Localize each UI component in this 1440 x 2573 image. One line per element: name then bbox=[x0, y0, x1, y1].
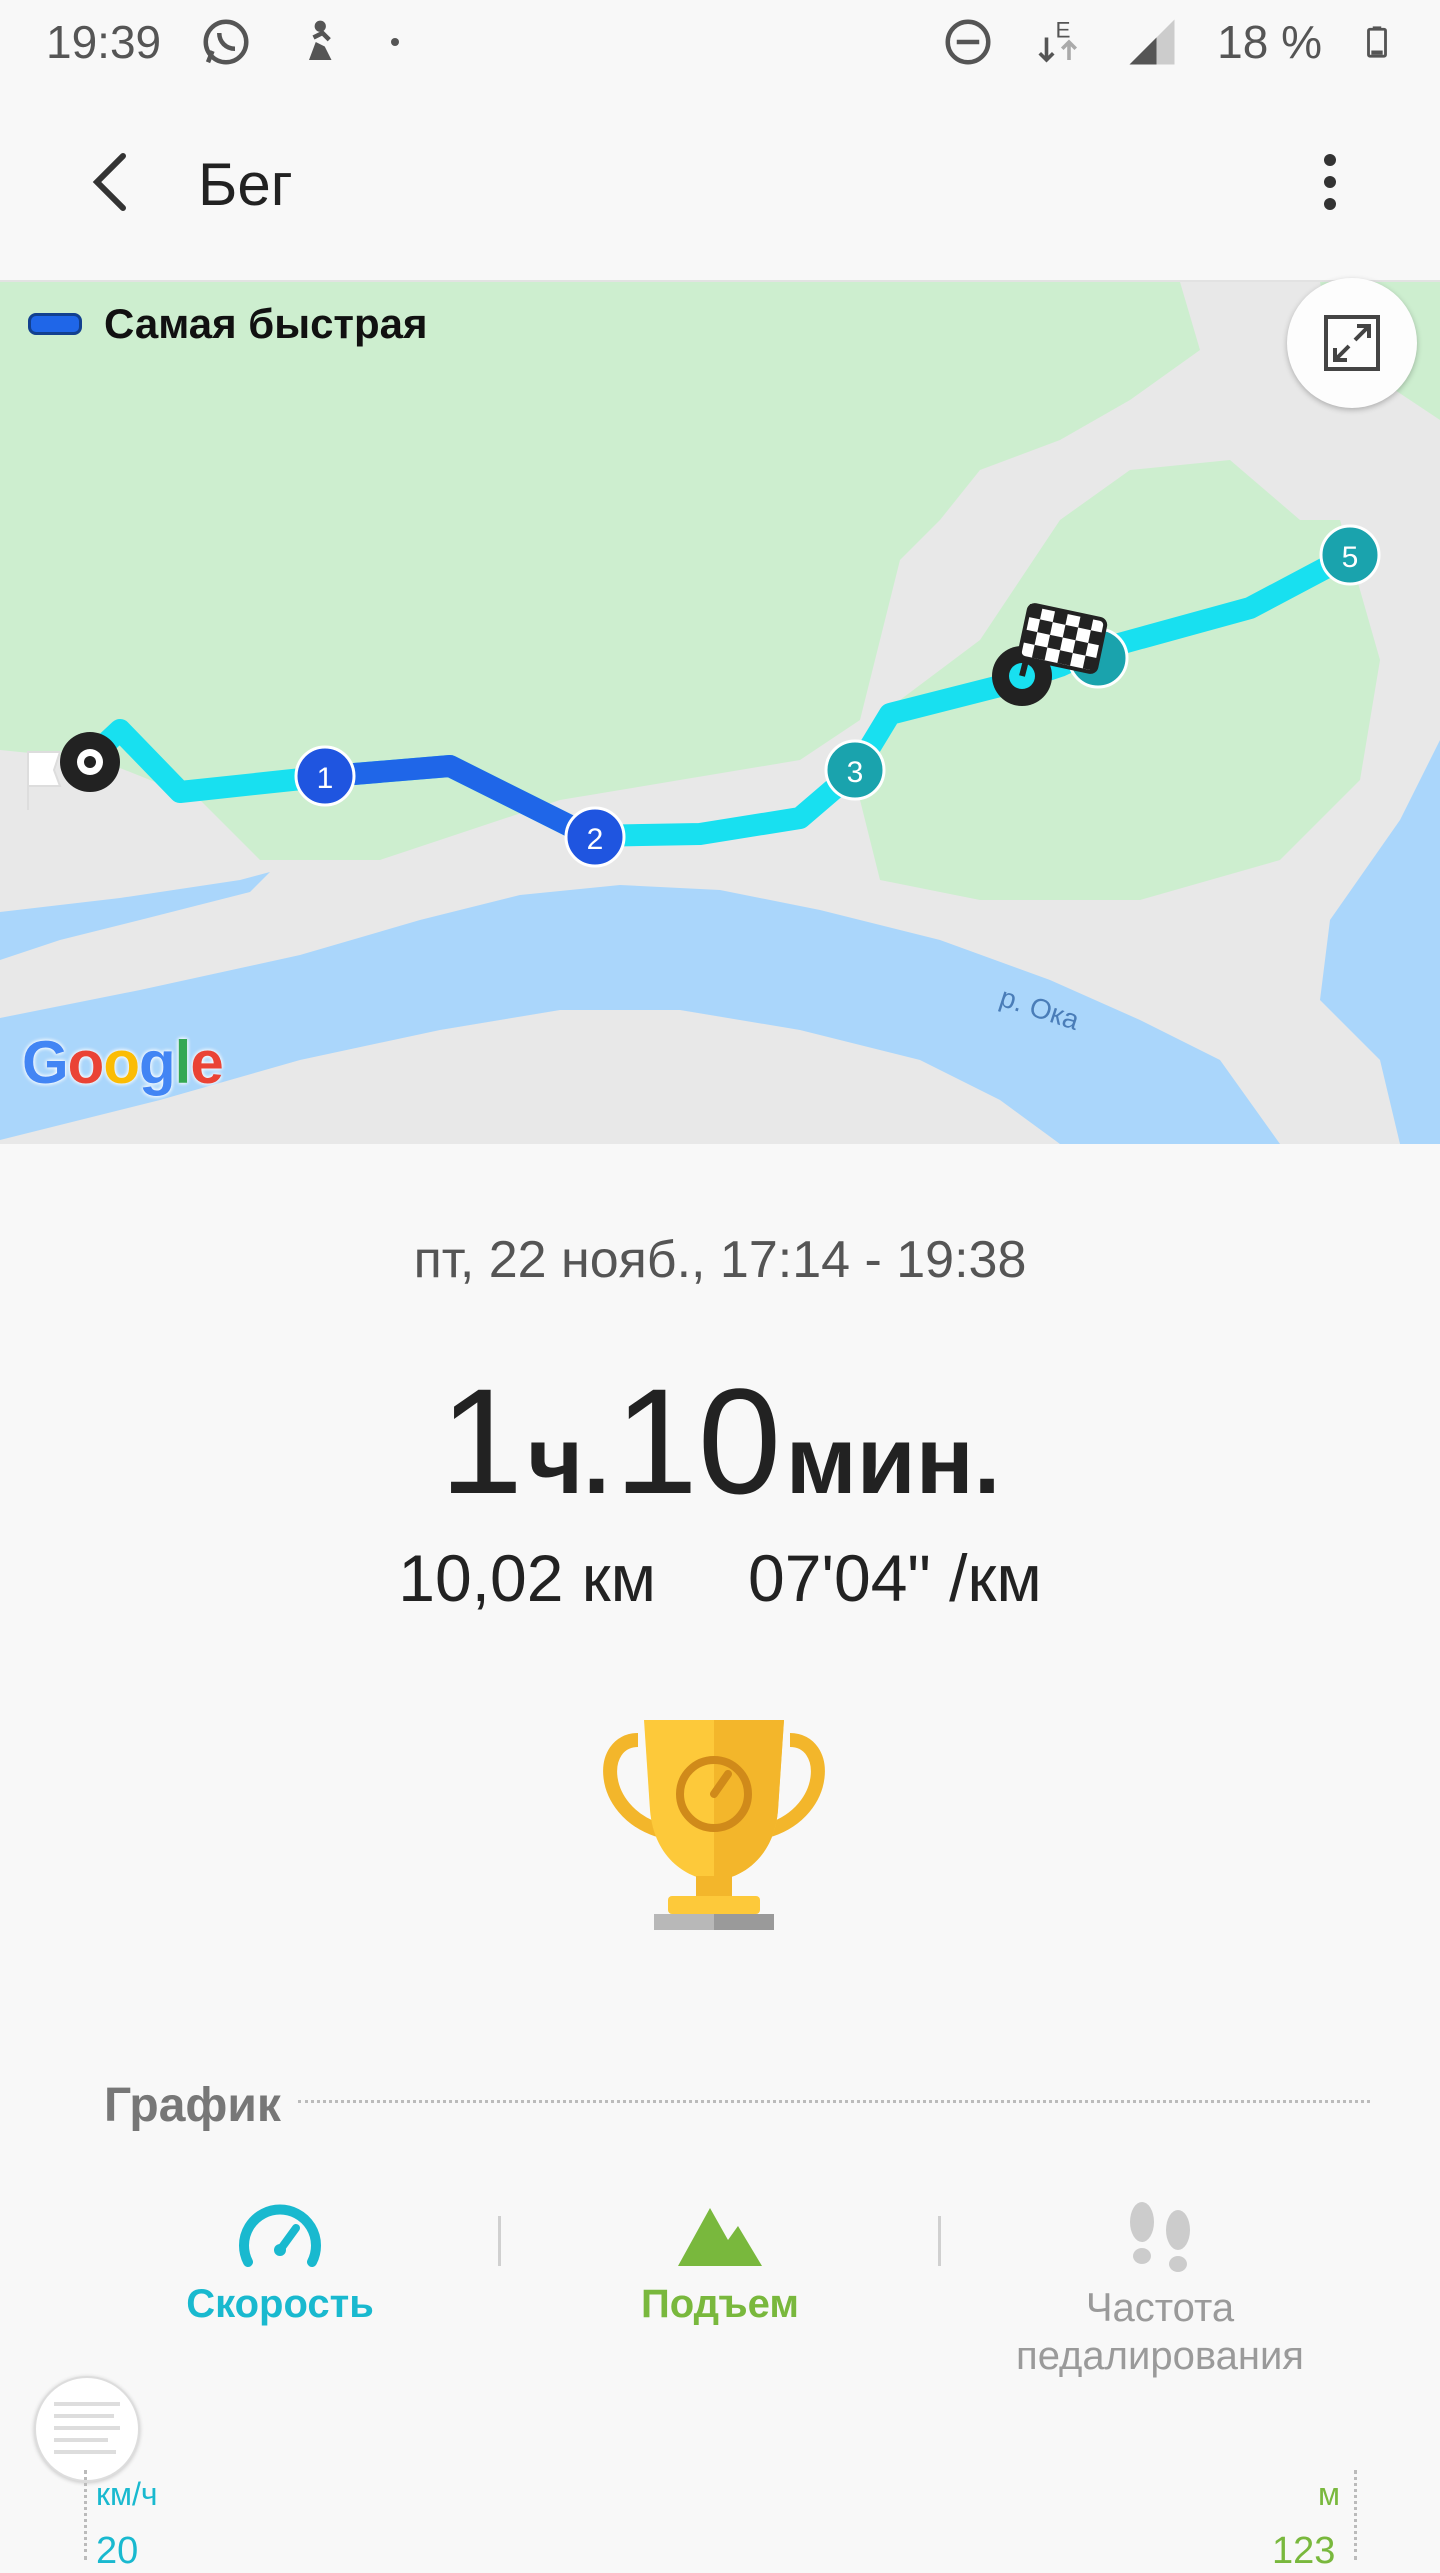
svg-text:3: 3 bbox=[847, 756, 864, 789]
map-legend: Самая быстрая bbox=[28, 300, 428, 348]
tab-cadence-label-line1: Частота bbox=[1085, 2286, 1235, 2330]
expand-icon bbox=[1324, 315, 1380, 371]
duration-hours-unit: ч. bbox=[527, 1407, 610, 1514]
back-arrow-icon bbox=[92, 153, 126, 211]
workout-date-range: пт, 22 нояб., 17:14 - 19:38 bbox=[413, 1231, 1027, 1289]
activity-icon bbox=[309, 20, 332, 60]
km-marker-2[interactable]: 2 bbox=[564, 806, 626, 868]
expand-map-button[interactable] bbox=[1287, 278, 1417, 408]
km-marker-3[interactable]: 3 bbox=[824, 739, 886, 801]
preview-image-icon bbox=[54, 2402, 120, 2454]
distance-value: 10,02 км bbox=[398, 1541, 656, 1615]
status-bar: 19:39 E 18 % bbox=[0, 0, 1440, 84]
right-axis-top-value: 123 bbox=[1272, 2530, 1336, 2572]
duration-hours: 1 bbox=[439, 1357, 524, 1525]
floating-preview-thumbnail[interactable] bbox=[34, 2376, 140, 2482]
tab-climb[interactable]: Подъем bbox=[500, 2200, 940, 2328]
status-time: 19:39 bbox=[46, 16, 162, 68]
tab-separator bbox=[498, 2216, 501, 2266]
tab-speed[interactable]: Скорость bbox=[60, 2200, 500, 2328]
svg-text:1: 1 bbox=[317, 762, 334, 795]
svg-text:5: 5 bbox=[1342, 541, 1359, 574]
route-map[interactable]: р. Ока 1 2 3 5 bbox=[0, 282, 1440, 1144]
left-axis-top-value: 20 bbox=[96, 2530, 139, 2572]
tab-separator bbox=[938, 2216, 941, 2266]
signal-icon bbox=[1129, 19, 1175, 65]
duration-minutes-unit: мин. bbox=[785, 1407, 1001, 1514]
chart-right-axis bbox=[1354, 2470, 1357, 2560]
tab-climb-label: Подъем bbox=[641, 2282, 799, 2326]
mountain-icon bbox=[678, 2208, 762, 2266]
whatsapp-icon bbox=[203, 19, 249, 65]
tab-cadence-label-line2: педалирования bbox=[1016, 2334, 1304, 2378]
dnd-icon bbox=[945, 19, 991, 65]
right-axis-unit: м bbox=[1318, 2476, 1340, 2512]
google-logo: Google bbox=[22, 1029, 224, 1096]
chart-tabs: Скорость Подъем Частота педалирования bbox=[0, 2200, 1440, 2400]
tab-cadence[interactable]: Частота педалирования bbox=[940, 2200, 1380, 2380]
chart-left-axis bbox=[84, 2470, 87, 2560]
dot-icon bbox=[391, 38, 400, 46]
footsteps-icon bbox=[1130, 2202, 1190, 2272]
svg-text:E: E bbox=[1056, 18, 1071, 43]
data-e-icon: E bbox=[1038, 18, 1078, 63]
app-bar: Бег bbox=[0, 84, 1440, 282]
more-vert-icon bbox=[1324, 154, 1336, 210]
trophy-icon[interactable] bbox=[598, 1710, 830, 1936]
battery-icon bbox=[1367, 26, 1387, 58]
section-divider bbox=[298, 2100, 1370, 2103]
workout-stats: 10,02 км 07'04" /км bbox=[0, 1540, 1440, 1616]
page-title: Бег bbox=[198, 151, 293, 218]
left-axis-unit: км/ч bbox=[96, 2476, 158, 2512]
chart-section-title: График bbox=[104, 2079, 281, 2132]
speedometer-icon bbox=[239, 2204, 321, 2267]
legend-swatch bbox=[28, 313, 82, 335]
pace-value: 07'04" /км bbox=[747, 1541, 1042, 1615]
more-options-button[interactable] bbox=[1300, 142, 1360, 222]
svg-text:2: 2 bbox=[587, 823, 604, 856]
km-marker-5[interactable]: 5 bbox=[1319, 524, 1381, 586]
legend-label: Самая быстрая bbox=[104, 300, 428, 347]
workout-duration: 1 ч. 10 мин. bbox=[0, 1355, 1440, 1528]
km-marker-1[interactable]: 1 bbox=[294, 745, 356, 807]
back-button[interactable] bbox=[74, 142, 144, 222]
map-canvas: р. Ока 1 2 3 5 bbox=[0, 282, 1440, 1144]
battery-percent: 18 % bbox=[1217, 16, 1322, 68]
duration-minutes: 10 bbox=[614, 1357, 782, 1525]
tab-speed-label: Скорость bbox=[186, 2282, 374, 2326]
